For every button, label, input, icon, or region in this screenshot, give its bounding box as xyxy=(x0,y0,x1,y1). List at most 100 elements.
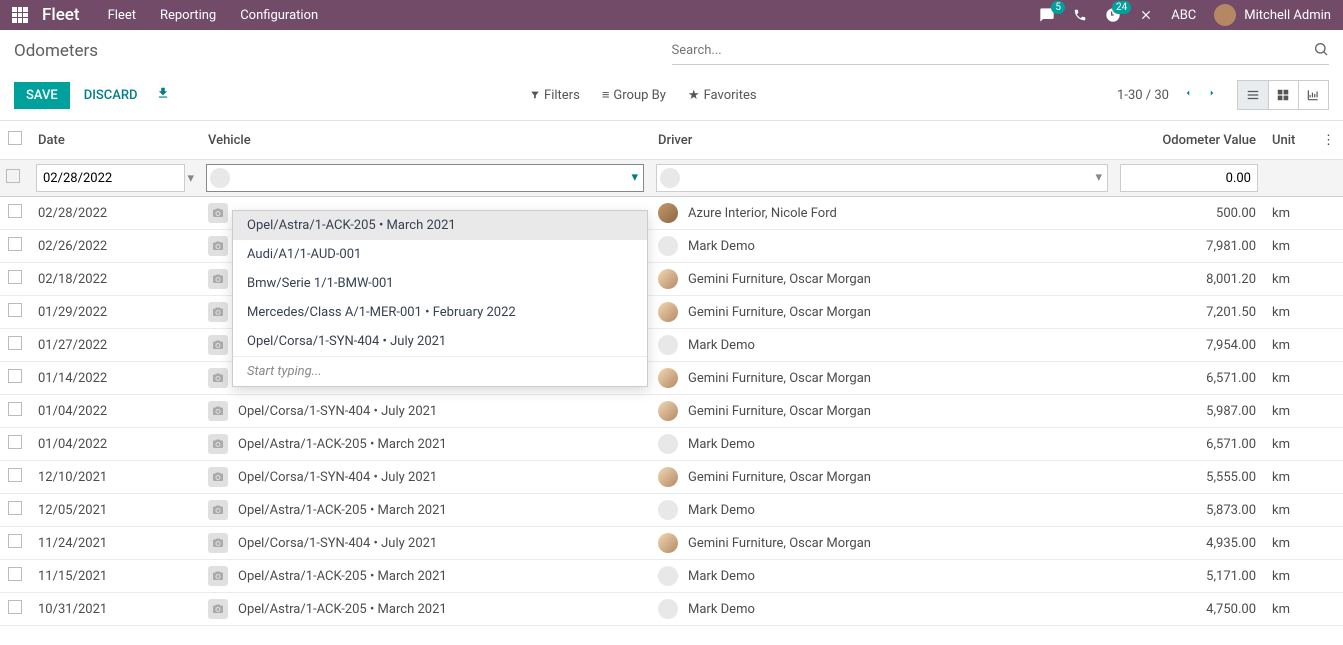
row-checkbox[interactable] xyxy=(8,501,22,515)
cell-vehicle: Opel/Astra/1-ACK-205 • March 2021 xyxy=(238,569,447,584)
camera-icon xyxy=(208,269,228,289)
row-checkbox[interactable] xyxy=(8,567,22,581)
save-button[interactable]: SAVE xyxy=(14,82,70,109)
control-panel: Odometers SAVE DISCARD Filters ≡ Group B… xyxy=(0,30,1343,121)
cell-odometer-value: 4,935.00 xyxy=(1114,527,1264,560)
cell-date: 01/29/2022 xyxy=(30,296,200,329)
col-unit[interactable]: Unit xyxy=(1264,121,1314,160)
col-driver[interactable]: Driver xyxy=(650,121,1114,160)
cell-date: 12/10/2021 xyxy=(30,461,200,494)
list-view-button[interactable] xyxy=(1238,81,1268,109)
messaging-icon[interactable]: 5 xyxy=(1039,7,1055,23)
row-checkbox[interactable] xyxy=(8,270,22,284)
table-row[interactable]: 02/28/2022 Azure Interior, Nicole Ford 5… xyxy=(0,197,1343,230)
dropdown-start-typing[interactable]: Start typing... xyxy=(233,356,647,386)
cell-odometer-value: 5,987.00 xyxy=(1114,395,1264,428)
table-row[interactable]: 11/15/2021 Opel/Astra/1-ACK-205 • March … xyxy=(0,560,1343,593)
table-row[interactable]: 02/26/2022 Mark Demo 7,981.00 km xyxy=(0,230,1343,263)
driver-avatar xyxy=(658,302,678,322)
cell-odometer-value: 5,555.00 xyxy=(1114,461,1264,494)
filters-button[interactable]: Filters xyxy=(530,87,580,103)
pager-value[interactable]: 1-30 / 30 xyxy=(1117,88,1169,103)
vehicle-dropdown-caret[interactable]: ▾ xyxy=(631,170,638,185)
favorites-button[interactable]: ★ Favorites xyxy=(688,87,757,103)
table-row[interactable]: 01/27/2022 Mark Demo 7,954.00 km xyxy=(0,329,1343,362)
table-row[interactable]: 11/24/2021 Opel/Corsa/1-SYN-404 • July 2… xyxy=(0,527,1343,560)
select-all-checkbox[interactable] xyxy=(8,131,22,145)
row-checkbox[interactable] xyxy=(8,303,22,317)
search-input[interactable] xyxy=(672,39,1314,62)
table-row[interactable]: 01/04/2022 Opel/Astra/1-ACK-205 • March … xyxy=(0,428,1343,461)
driver-input[interactable] xyxy=(656,164,1108,192)
search-area xyxy=(672,37,1330,65)
chevron-down-icon[interactable]: ▾ xyxy=(187,171,194,186)
cell-unit: km xyxy=(1264,527,1314,560)
driver-dropdown-caret[interactable]: ▾ xyxy=(1095,170,1102,185)
row-checkbox[interactable] xyxy=(8,204,22,218)
camera-icon xyxy=(208,467,228,487)
user-menu[interactable]: Mitchell Admin xyxy=(1214,4,1331,26)
driver-avatar xyxy=(658,236,678,256)
cell-odometer-value: 8,001.20 xyxy=(1114,263,1264,296)
phone-icon[interactable] xyxy=(1073,8,1087,22)
nav-reporting[interactable]: Reporting xyxy=(160,8,216,23)
app-brand[interactable]: Fleet xyxy=(42,5,80,25)
dropdown-option[interactable]: Mercedes/Class A/1-MER-001 • February 20… xyxy=(233,298,647,327)
dropdown-option[interactable]: Opel/Corsa/1-SYN-404 • July 2021 xyxy=(233,327,647,356)
search-icon[interactable] xyxy=(1313,41,1329,61)
discard-button[interactable]: DISCARD xyxy=(84,88,138,103)
table-row[interactable]: 02/18/2022 Gemini Furniture, Oscar Morga… xyxy=(0,263,1343,296)
optional-fields-button[interactable]: ⋮ xyxy=(1322,133,1335,148)
table-row[interactable]: 01/29/2022 Gemini Furniture, Oscar Morga… xyxy=(0,296,1343,329)
groupby-label: Group By xyxy=(613,88,666,103)
row-checkbox[interactable] xyxy=(8,369,22,383)
table-row[interactable]: 12/10/2021 Opel/Corsa/1-SYN-404 • July 2… xyxy=(0,461,1343,494)
cell-odometer-value: 6,571.00 xyxy=(1114,428,1264,461)
cell-odometer-value: 7,981.00 xyxy=(1114,230,1264,263)
row-checkbox[interactable] xyxy=(8,435,22,449)
dropdown-option[interactable]: Audi/A1/1-AUD-001 xyxy=(233,240,647,269)
kanban-view-button[interactable] xyxy=(1268,81,1298,109)
table-row[interactable]: 12/05/2021 Opel/Astra/1-ACK-205 • March … xyxy=(0,494,1343,527)
odometers-table: Date Vehicle Driver Odometer Value Unit … xyxy=(0,121,1343,626)
row-checkbox[interactable] xyxy=(6,169,20,183)
export-button[interactable] xyxy=(156,86,170,104)
cell-driver: Gemini Furniture, Oscar Morgan xyxy=(688,272,871,287)
col-value[interactable]: Odometer Value xyxy=(1114,121,1264,160)
cell-date: 01/04/2022 xyxy=(30,428,200,461)
row-checkbox[interactable] xyxy=(8,534,22,548)
groupby-button[interactable]: ≡ Group By xyxy=(602,87,666,103)
nav-configuration[interactable]: Configuration xyxy=(240,8,318,23)
cell-vehicle: Opel/Corsa/1-SYN-404 • July 2021 xyxy=(238,470,437,485)
row-checkbox[interactable] xyxy=(8,336,22,350)
dropdown-option[interactable]: Opel/Astra/1-ACK-205 • March 2021 xyxy=(233,211,647,240)
row-checkbox[interactable] xyxy=(8,237,22,251)
col-vehicle[interactable]: Vehicle xyxy=(200,121,650,160)
company-switcher[interactable]: ABC xyxy=(1171,8,1196,23)
driver-avatar xyxy=(658,368,678,388)
table-row[interactable]: 01/14/2022 Opel/Corsa/1-SYN-404 • July 2… xyxy=(0,362,1343,395)
activities-icon[interactable]: 24 xyxy=(1105,7,1121,23)
row-checkbox[interactable] xyxy=(8,600,22,614)
date-input[interactable] xyxy=(36,164,185,192)
apps-icon[interactable] xyxy=(12,7,28,23)
row-checkbox[interactable] xyxy=(8,468,22,482)
table-row[interactable]: 01/04/2022 Opel/Corsa/1-SYN-404 • July 2… xyxy=(0,395,1343,428)
table-row[interactable]: 10/31/2021 Opel/Astra/1-ACK-205 • March … xyxy=(0,593,1343,626)
row-checkbox[interactable] xyxy=(8,402,22,416)
pager-prev[interactable] xyxy=(1183,87,1193,103)
driver-avatar xyxy=(658,599,678,619)
nav-fleet[interactable]: Fleet xyxy=(108,8,136,23)
vehicle-input[interactable] xyxy=(206,164,644,192)
dropdown-option[interactable]: Bmw/Serie 1/1-BMW-001 xyxy=(233,269,647,298)
cell-vehicle: Opel/Astra/1-ACK-205 • March 2021 xyxy=(238,437,447,452)
graph-view-button[interactable] xyxy=(1298,81,1328,109)
pager-next[interactable] xyxy=(1207,87,1217,103)
odometer-value-input[interactable] xyxy=(1120,164,1258,192)
cell-unit: km xyxy=(1264,296,1314,329)
debug-icon[interactable] xyxy=(1139,8,1153,22)
driver-avatar xyxy=(658,401,678,421)
cell-date: 02/18/2022 xyxy=(30,263,200,296)
cell-unit: km xyxy=(1264,428,1314,461)
col-date[interactable]: Date xyxy=(30,121,200,160)
